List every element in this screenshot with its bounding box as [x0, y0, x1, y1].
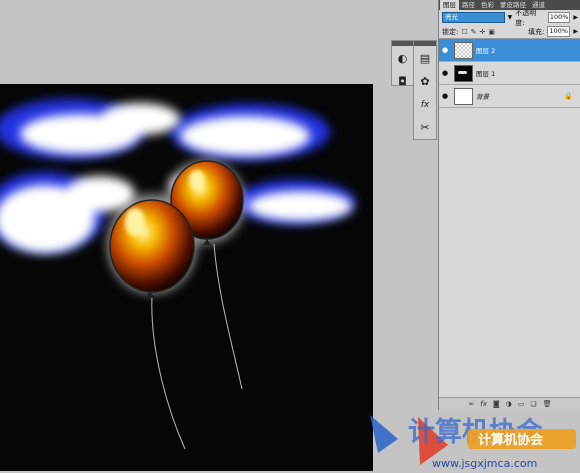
- fill-label: 填充:: [528, 27, 545, 36]
- layer-name: 背景: [476, 93, 489, 101]
- panel-tabs: 图层 路径 色彩 蒙皮路径 通道: [439, 0, 580, 10]
- swatch-icon[interactable]: ◘: [392, 71, 413, 92]
- fill-input[interactable]: 100%: [547, 26, 571, 37]
- blend-mode-value: 亮光: [445, 13, 458, 21]
- fx-panel-icon[interactable]: fx: [415, 94, 436, 115]
- lock-position-icon[interactable]: ✛: [480, 28, 486, 36]
- layer-thumbnail: [454, 64, 473, 82]
- document-canvas[interactable]: [0, 84, 373, 471]
- brush-options-icon[interactable]: ◐: [392, 48, 413, 69]
- layer-thumbnail: [454, 87, 473, 105]
- lock-pixels-icon[interactable]: ✎: [471, 28, 477, 36]
- eye-icon[interactable]: ●: [439, 69, 451, 77]
- collapsed-panel-column-right: ▤ ✿ fx ✂: [413, 40, 437, 140]
- collapsed-panel-column-left: ◐ ◘: [391, 40, 414, 88]
- watermark-logo: 计算机协会 计算机协会 www.jsgxjmca.com: [370, 415, 576, 470]
- opacity-input[interactable]: 100%: [547, 12, 571, 23]
- eye-icon[interactable]: ●: [439, 46, 451, 54]
- panel-grip[interactable]: [414, 41, 436, 46]
- styles-icon[interactable]: ✿: [415, 71, 436, 92]
- blend-options-row: 亮光 ▼ 不透明度: 100% ▶: [439, 8, 580, 27]
- lock-label: 锁定:: [442, 27, 459, 36]
- histogram-icon[interactable]: ▤: [415, 48, 436, 69]
- layer-name: 图层 2: [476, 47, 496, 55]
- eye-icon[interactable]: ●: [439, 92, 451, 100]
- layer-row-layer-1[interactable]: ● 图层 1: [439, 62, 580, 85]
- panel-grip[interactable]: [392, 41, 413, 46]
- site-watermark: 计算机协会 计算机协会 www.jsgxjmca.com: [368, 405, 580, 471]
- tab-paths[interactable]: 路径: [459, 0, 478, 10]
- layer-name: 图层 1: [476, 70, 496, 78]
- layers-panel: 图层 路径 色彩 蒙皮路径 通道 亮光 ▼ 不透明度: 100% ▶ 锁定: ☐…: [438, 0, 580, 410]
- lock-icon: 🔒: [564, 92, 573, 100]
- watermark-url: www.jsgxjmca.com: [432, 457, 537, 470]
- fill-slider-arrow-icon[interactable]: ▶: [573, 28, 578, 35]
- opacity-label: 不透明度:: [515, 8, 537, 27]
- tab-colors[interactable]: 色彩: [478, 0, 497, 10]
- layer-row-background[interactable]: ● 背景 🔒: [439, 85, 580, 108]
- layer-row-layer-2[interactable]: ● 图层 2: [439, 39, 580, 62]
- layer-thumbnail: [454, 41, 473, 59]
- chevron-down-icon[interactable]: ▼: [508, 14, 513, 21]
- blend-mode-select[interactable]: 亮光: [442, 12, 505, 23]
- tools-preset-icon[interactable]: ✂: [415, 117, 436, 138]
- balloon-artwork: [0, 99, 355, 450]
- lock-all-icon[interactable]: ▣: [488, 28, 495, 36]
- tab-layers[interactable]: 图层: [440, 0, 459, 10]
- lock-row: 锁定: ☐ ✎ ✛ ▣ 填充: 100% ▶: [439, 25, 580, 39]
- watermark-badge: 计算机协会: [478, 432, 544, 448]
- opacity-slider-arrow-icon[interactable]: ▶: [573, 14, 578, 21]
- lock-transparency-icon[interactable]: ☐: [461, 28, 467, 36]
